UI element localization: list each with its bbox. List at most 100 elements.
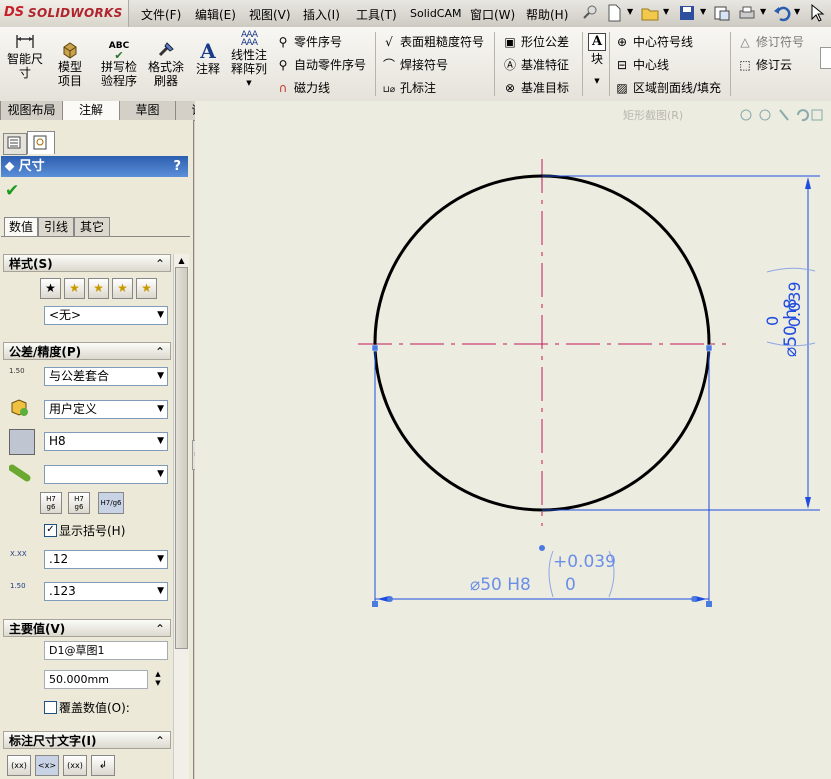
show-parentheses-checkbox[interactable]: ✓ xyxy=(44,524,57,537)
dimension-text-group-header[interactable]: 标注尺寸文字(I) ⌃ xyxy=(3,731,171,749)
tab-annotation[interactable]: 注解 xyxy=(62,101,120,121)
datum-target-button[interactable]: ⊗ 基准目标 xyxy=(502,79,569,96)
pm-scrollbar[interactable]: ▲ xyxy=(173,254,189,779)
text-center-button[interactable]: <x> xyxy=(35,755,59,776)
solidworks-logo[interactable]: DS SOLIDWORKS xyxy=(0,0,129,27)
tolerance-precision-select[interactable]: .123 ▼ xyxy=(44,582,168,601)
print-icon[interactable] xyxy=(737,3,757,23)
open-folder-icon[interactable] xyxy=(640,3,660,23)
shaft-fit-select[interactable]: ▼ xyxy=(44,465,168,484)
primary-precision-select[interactable]: .12 ▼ xyxy=(44,550,168,569)
subtab-other[interactable]: 其它 xyxy=(74,217,110,236)
spin-down-icon[interactable]: ▼ xyxy=(155,679,160,687)
chevron-down-icon[interactable]: ▼ xyxy=(586,74,608,88)
weld-symbol-button[interactable]: ⌒ 焊接符号 xyxy=(381,56,448,73)
chevron-down-icon[interactable]: ▼ xyxy=(228,76,270,90)
tab-sketch[interactable]: 草图 xyxy=(119,101,176,121)
spell-checker-button[interactable]: ABC ✔ 拼写检验程序 xyxy=(96,41,142,88)
note-button[interactable]: A 注释 xyxy=(193,41,223,76)
balloon-button[interactable]: ⚲ 零件序号 xyxy=(275,33,342,50)
menu-insert[interactable]: 插入(I) xyxy=(303,6,340,23)
dimension-value-field[interactable]: 50.000mm xyxy=(44,670,148,689)
magnetic-line-button[interactable]: ∩ 磁力线 xyxy=(275,79,330,96)
dim-handle-left[interactable] xyxy=(372,601,378,607)
area-hatch-button[interactable]: ▨ 区域剖面线/填充 xyxy=(614,79,721,96)
datum-feature-button[interactable]: Ⓐ 基准特征 xyxy=(502,56,569,73)
style-select[interactable]: <无> ▼ xyxy=(44,306,168,325)
scrollbar-thumb[interactable] xyxy=(175,267,188,649)
right-point-grip[interactable] xyxy=(705,344,713,352)
pin-icon[interactable] xyxy=(579,3,599,23)
linear-note-pattern-button[interactable]: AAA AAA 线性注释阵列 ▼ xyxy=(228,31,270,90)
tolerance-type-select[interactable]: 与公差套合 ▼ xyxy=(44,367,168,386)
dim-arrow-grip-left[interactable] xyxy=(387,596,393,602)
chevron-down-icon[interactable]: ▼ xyxy=(627,7,633,16)
dim-handle-right[interactable] xyxy=(706,601,712,607)
save-style-button[interactable]: ★ xyxy=(112,278,133,299)
graphics-area[interactable]: 矩形截图(R) ⌀50 H8 +0.039 0 ⌀50 h8 0 -0.039 xyxy=(195,101,831,779)
left-point-grip[interactable] xyxy=(371,344,379,352)
menu-view[interactable]: 视图(V) xyxy=(249,6,291,23)
primary-value-group-header[interactable]: 主要值(V) ⌃ xyxy=(3,619,171,637)
override-value-checkbox[interactable] xyxy=(44,701,57,714)
chevron-down-icon[interactable]: ▼ xyxy=(663,7,669,16)
center-mark-button[interactable]: ⊕ 中心符号线 xyxy=(614,33,693,50)
new-document-icon[interactable] xyxy=(604,3,624,23)
block-button[interactable]: A 块 ▼ xyxy=(586,33,608,88)
fit-stacked-line-button[interactable]: H7 g6 xyxy=(68,492,90,514)
centerline-button[interactable]: ⊟ 中心线 xyxy=(614,56,669,73)
tolerance-group-header[interactable]: 公差/精度(P) ⌃ xyxy=(3,342,171,360)
property-manager-tab[interactable] xyxy=(27,131,55,154)
text-offset-button[interactable]: ↲ xyxy=(91,755,115,776)
fit-stacked-button[interactable]: H7 g6 xyxy=(40,492,62,514)
menu-solidcam[interactable]: SolidCAM xyxy=(410,7,462,20)
undo-icon[interactable] xyxy=(772,3,792,23)
revision-cloud-button[interactable]: ⬚ 修订云 xyxy=(737,56,792,73)
hole-callout-button[interactable]: ⊔⌀ 孔标注 xyxy=(381,79,436,96)
tab-view-layout[interactable]: 视图布局 xyxy=(0,101,63,121)
menu-tools[interactable]: 工具(T) xyxy=(356,6,397,23)
chevron-down-icon: ▼ xyxy=(157,371,164,381)
style-group-header[interactable]: 样式(S) ⌃ xyxy=(3,254,171,272)
revision-symbol-button[interactable]: △ 修订符号 xyxy=(737,33,804,50)
save-icon[interactable] xyxy=(677,3,697,23)
add-style-button[interactable]: ★ xyxy=(64,278,85,299)
load-style-button[interactable]: ★ xyxy=(136,278,157,299)
subtab-value[interactable]: 数值 xyxy=(4,217,38,236)
delete-style-button[interactable]: ★ xyxy=(88,278,109,299)
smart-dimension-button[interactable]: 智能尺寸 xyxy=(3,31,47,80)
overflow-button[interactable] xyxy=(820,47,831,69)
auto-balloon-button[interactable]: ⚲ 自动零件序号 xyxy=(275,56,366,73)
fit-linear-button[interactable]: H7/g6 xyxy=(98,492,124,514)
spin-up-icon[interactable]: ▲ xyxy=(155,670,160,678)
menu-help[interactable]: 帮助(H) xyxy=(526,6,568,23)
subtab-leaders[interactable]: 引线 xyxy=(38,217,74,236)
chevron-down-icon[interactable]: ▼ xyxy=(794,7,800,16)
chevron-down-icon[interactable]: ▼ xyxy=(700,7,706,16)
make-drawing-icon[interactable] xyxy=(712,3,732,23)
dimension-name-field[interactable]: D1@草图1 xyxy=(44,641,168,660)
text-inspection-button[interactable]: (xx) xyxy=(63,755,87,776)
surface-finish-button[interactable]: √ 表面粗糙度符号 xyxy=(381,33,484,50)
menu-edit[interactable]: 编辑(E) xyxy=(195,6,236,23)
horizontal-dimension-text[interactable]: ⌀50 H8 xyxy=(470,575,531,595)
apply-default-style-button[interactable]: ★ xyxy=(40,278,61,299)
hole-fit-select[interactable]: H8 ▼ xyxy=(44,432,168,451)
feature-manager-tab[interactable] xyxy=(3,133,27,155)
format-painter-button[interactable]: 格式涂刷器 xyxy=(145,41,187,88)
help-button[interactable]: ? xyxy=(173,156,181,177)
ok-checkmark-icon[interactable]: ✔ xyxy=(5,181,19,201)
menu-window[interactable]: 窗口(W) xyxy=(470,6,515,23)
dim-arrow-grip-right[interactable] xyxy=(691,596,697,602)
geometric-tolerance-button[interactable]: ▣ 形位公差 xyxy=(502,33,569,50)
scroll-up-arrow-icon[interactable]: ▲ xyxy=(174,256,189,265)
chevron-down-icon[interactable]: ▼ xyxy=(760,7,766,16)
text-parentheses-button[interactable]: (xx) xyxy=(7,755,31,776)
dim-text-grip[interactable] xyxy=(539,545,545,551)
menu-file[interactable]: 文件(F) xyxy=(141,6,181,23)
select-cursor-icon[interactable] xyxy=(807,3,827,23)
model-items-button[interactable]: 模型项目 xyxy=(50,41,90,88)
value-spinner[interactable]: ▲ ▼ xyxy=(150,670,166,689)
drawing-canvas[interactable] xyxy=(195,101,831,779)
classification-select[interactable]: 用户定义 ▼ xyxy=(44,400,168,419)
